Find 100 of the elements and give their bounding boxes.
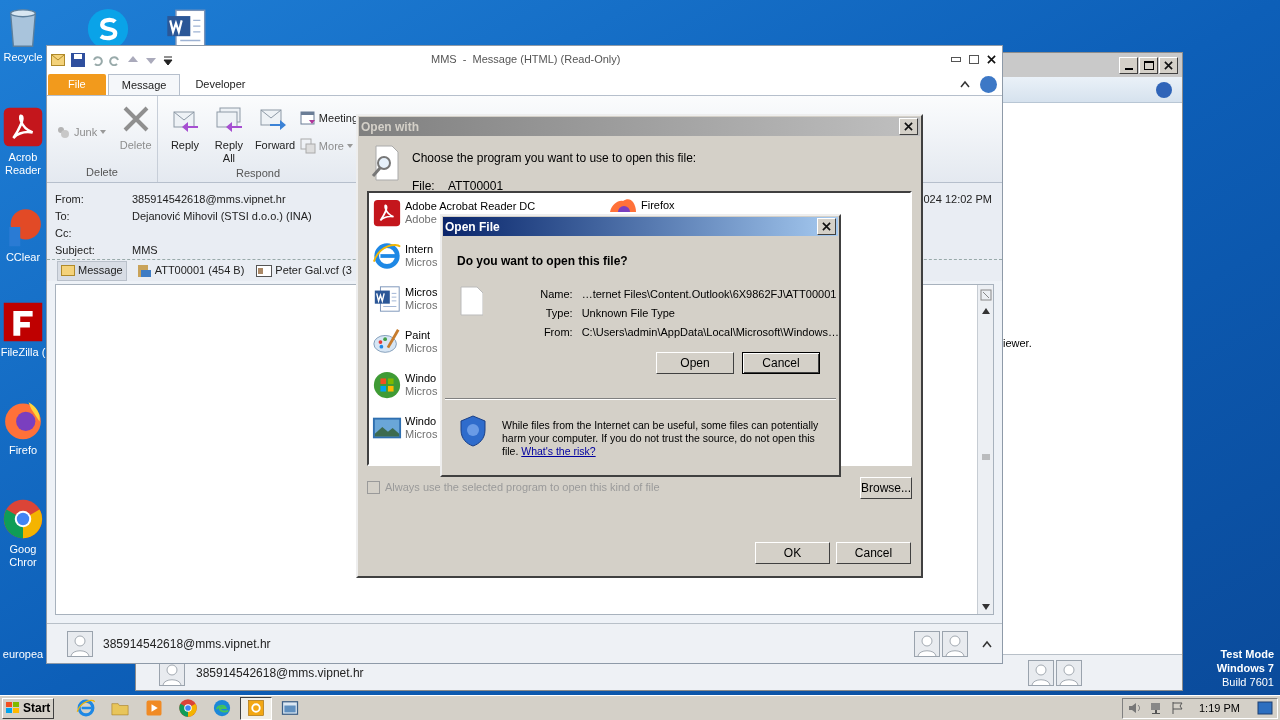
dialog-button[interactable]: OK [755,542,830,564]
program-name[interactable]: Adobe Acrobat Reader DC [405,200,536,213]
field-label: File: [412,178,436,195]
shield-icon [459,415,487,447]
file-icon [135,263,152,278]
ribbon-tab[interactable]: Message [107,74,181,95]
scrollbar[interactable] [977,285,993,614]
prompt-text: Choose the program you want to use to open this file: [412,150,697,167]
round-logo-icon [1,497,45,541]
dialog-question: Do you want to open this file? [457,253,629,270]
taskbar-button[interactable] [240,696,272,720]
dialog-button[interactable]: Open [656,352,734,374]
group-label: Respond [234,166,281,181]
program-publisher: Adobe [405,213,437,226]
document-icon [1,105,45,149]
save-icon[interactable] [71,52,85,67]
dialog-title: Open with [361,118,419,136]
program-publisher: Micros [405,428,438,441]
maximize-button[interactable] [1139,56,1158,74]
expand-caret-icon[interactable] [982,639,992,648]
desktop-icon-label[interactable]: Firefo [8,444,38,457]
desktop-icon-label[interactable]: Acrob Reader [4,151,42,177]
field-label: Cc: [55,226,73,241]
dialog-button[interactable]: Cancel [836,542,911,564]
envelope-arrow-icon [213,104,244,134]
program-publisher: Micros [405,299,438,312]
clock: 1:19 PM [1199,700,1240,716]
calendar-icon [299,110,316,126]
ribbon-tab[interactable]: Developer [182,74,259,95]
program-publisher: Micros [405,256,438,269]
desktop-icon-label[interactable]: CClear [5,251,41,264]
collapse-caret-icon[interactable] [960,80,970,88]
file-name: ATT00001 [448,178,504,195]
program-name[interactable]: Windo [405,415,437,428]
field-value: Dejanović Mihovil (STSI d.o.o.) (INA) [132,209,312,224]
customize-caret-icon[interactable] [163,53,173,66]
caret-icon [100,130,107,134]
program-name[interactable]: Firefox [641,198,675,212]
file-search-icon [370,145,402,181]
ribbon-button[interactable]: Reply [164,96,206,152]
program-name[interactable]: Intern [405,243,434,256]
orb-icon [372,370,402,400]
start-button[interactable]: Start [2,697,54,719]
os-version-notice: Test Mode Windows 7 Build 7601 [1216,647,1274,689]
help-icon[interactable] [980,75,997,93]
ribbon-button[interactable]: Reply All [207,96,250,165]
program-name[interactable]: Paint [405,329,431,342]
field-value: 385914542618@mms.vipnet.hr [132,192,286,207]
ribbon-button[interactable]: Forward [251,96,294,152]
contact-card-icon [256,264,273,277]
flag-icon[interactable] [1171,701,1185,715]
field-label: From: [542,325,573,338]
field-label: Name: [539,287,573,300]
envelope-icon [61,265,75,276]
document-icon [372,198,402,228]
person-avatar-icon [1056,659,1082,686]
swirl-logo-icon [212,698,232,718]
field-label: From: [55,192,85,207]
program-name[interactable]: Windo [405,372,437,385]
envelope-icon [51,53,65,66]
file-icon [459,286,483,316]
attachment-tab[interactable]: Peter Gal.vcf (3 [253,260,355,281]
desktop-icon-label[interactable]: europea [2,648,44,661]
field-value: …ternet Files\Content.Outlook\6X9862FJ\ATT00001 [581,287,837,300]
attachment-tab[interactable]: ATT00001 (454 B) [132,260,248,281]
globe-e-icon [372,241,402,271]
program-publisher: Micros [405,342,438,355]
close-icon [904,122,913,131]
app-icon [1,300,45,344]
attachment-tab[interactable]: Message [57,260,127,281]
dialog-button[interactable]: Cancel [742,352,820,374]
desktop-icon-label[interactable]: FileZilla ( [0,346,46,359]
caret-icon [346,144,353,148]
scroll-down-icon[interactable] [980,603,991,611]
desktop-icon-label[interactable]: Recycle [3,51,43,64]
program-name[interactable]: Micros [405,286,438,299]
risk-link[interactable]: What's the risk? [521,445,596,457]
body-text: iewer. [1003,336,1033,351]
field-label: To: [55,209,71,224]
field-label: Subject: [55,243,96,258]
help-icon[interactable] [1156,81,1172,98]
desktop-icon-label[interactable]: Goog Chror [9,543,37,569]
sender-address: 385914542618@mms.vipnet.hr [196,664,364,682]
speaker-icon[interactable] [1127,701,1143,715]
browse-button[interactable]: Browse... [860,477,912,499]
close-button[interactable] [987,55,996,64]
group-label: Delete [85,164,119,180]
document-icon [372,284,402,314]
minimize-button[interactable] [951,57,961,62]
close-icon [822,222,831,231]
sender-address: 385914542618@mms.vipnet.hr [103,635,271,653]
person-avatar-icon [914,630,940,657]
person-avatar-icon [942,630,968,657]
warning-text: While files from the Internet can be useful, some files can potentially harm your computer. If you do not trust the source, do not open this file. What's the risk? [502,418,820,458]
field-value: Unknown File Type [581,306,675,319]
globe-e-icon [76,698,96,718]
window-title: MMS - Message (HTML) (Read-Only) [431,52,621,68]
close-icon [987,55,996,64]
scroll-up-icon[interactable] [980,307,991,315]
restore-button[interactable] [969,55,979,64]
